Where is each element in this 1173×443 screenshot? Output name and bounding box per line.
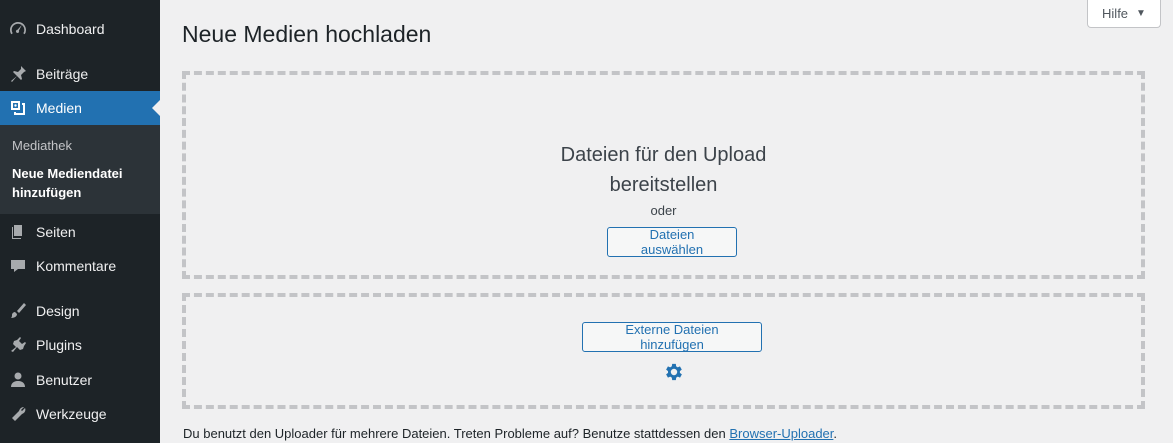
sidebar-item-label: Werkzeuge [36, 406, 107, 422]
caret-down-icon: ▼ [1136, 8, 1146, 19]
submenu-item-mediathek[interactable]: Mediathek [12, 136, 72, 155]
sidebar-item-medien[interactable]: Medien [0, 91, 160, 125]
uploader-note: Du benutzt den Uploader für mehrere Date… [183, 426, 837, 441]
pages-icon [0, 215, 36, 249]
drop-instructions: Dateien für den Upload bereitstellen [186, 140, 1141, 200]
sidebar-item-plugins[interactable]: Plugins [0, 328, 160, 362]
sidebar-item-kommentare[interactable]: Kommentare [0, 249, 160, 283]
sidebar-item-label: Medien [36, 100, 82, 116]
sidebar-item-seiten[interactable]: Seiten [0, 215, 160, 249]
drop-instructions-line2: bereitstellen [609, 174, 718, 196]
uploader-note-end: . [833, 426, 838, 441]
wrench-icon [0, 397, 36, 431]
active-indicator [152, 100, 160, 116]
select-files-button[interactable]: Dateien auswählen [607, 227, 737, 257]
page-title: Neue Medien hochladen [182, 21, 432, 47]
help-label: Hilfe [1102, 6, 1129, 21]
help-button[interactable]: Hilfe ▼ [1087, 0, 1161, 28]
sidebar-item-design[interactable]: Design [0, 294, 160, 328]
sidebar-item-label: Design [36, 303, 80, 319]
sidebar-item-label: Seiten [36, 224, 76, 240]
user-icon [0, 363, 36, 397]
dashboard-icon [0, 12, 36, 46]
media-submenu: Mediathek Neue Mediendatei hinzufügen [0, 125, 160, 214]
sidebar-item-benutzer[interactable]: Benutzer [0, 363, 160, 397]
brush-icon [0, 294, 36, 328]
comment-icon [0, 249, 36, 283]
sidebar-item-dashboard[interactable]: Dashboard [0, 12, 160, 46]
drop-instructions-line1: Dateien für den Upload [560, 144, 767, 166]
media-icon [0, 91, 36, 125]
sidebar-item-beitraege[interactable]: Beiträge [0, 57, 160, 91]
admin-sidebar: Dashboard Beiträge Medien Mediathek Neue… [0, 0, 160, 443]
uploader-note-text: Du benutzt den Uploader für mehrere Date… [183, 426, 730, 441]
sidebar-item-werkzeuge[interactable]: Werkzeuge [0, 397, 160, 431]
sidebar-item-label: Kommentare [36, 258, 117, 274]
plugin-icon [0, 328, 36, 362]
sidebar-item-label: Beiträge [36, 66, 89, 82]
upload-drop-area[interactable]: Dateien für den Upload bereitstellen ode… [182, 71, 1145, 279]
sidebar-item-label: Dashboard [36, 21, 105, 37]
pin-icon [0, 57, 36, 91]
or-text: oder [650, 203, 677, 218]
gear-icon[interactable] [663, 361, 685, 383]
add-external-files-button[interactable]: Externe Dateien hinzufügen [582, 322, 762, 352]
sidebar-item-label: Benutzer [36, 372, 93, 388]
submenu-item-add-media[interactable]: Neue Mediendatei hinzufügen [12, 164, 152, 202]
browser-uploader-link[interactable]: Browser-Uploader [729, 426, 833, 441]
sidebar-item-label: Plugins [36, 337, 82, 353]
external-files-area: Externe Dateien hinzufügen [182, 293, 1145, 409]
